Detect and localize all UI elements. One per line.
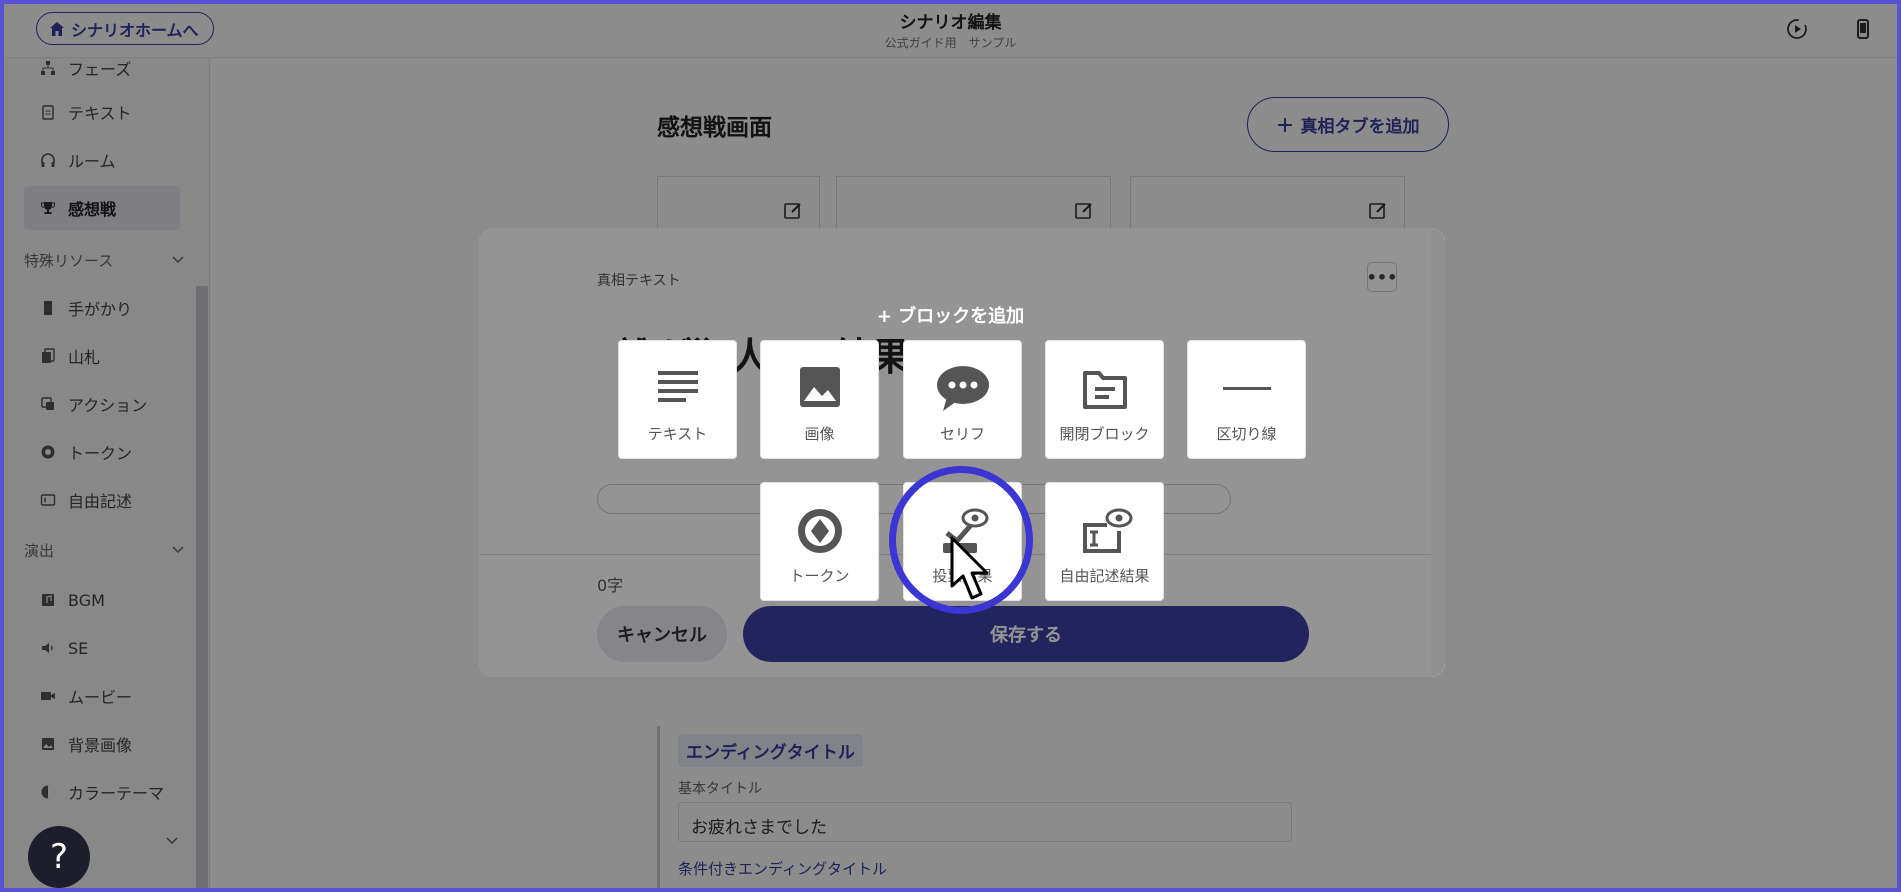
divider-line-icon (1222, 387, 1271, 390)
help-label: ? (49, 837, 69, 877)
speech-bubble-icon (936, 366, 989, 411)
freetext-result-icon (1082, 508, 1132, 553)
image-icon (799, 367, 840, 407)
block-option-label: 自由記述結果 (1059, 567, 1150, 585)
block-option-dialogue[interactable]: セリフ (903, 340, 1022, 459)
block-option-label: 画像 (804, 425, 835, 443)
folder-icon (1082, 371, 1127, 409)
add-block-title: + ブロックを追加 (876, 306, 1025, 327)
mouse-cursor-icon (950, 536, 989, 600)
block-option-label: テキスト (647, 425, 708, 443)
text-lines-icon (657, 371, 698, 402)
block-option-label: 開閉ブロック (1059, 425, 1150, 443)
block-option-token[interactable]: トークン (760, 482, 879, 601)
block-option-text[interactable]: テキスト (618, 340, 737, 459)
block-option-freetext-result[interactable]: 自由記述結果 (1045, 482, 1164, 601)
block-option-collapsible[interactable]: 開閉ブロック (1045, 340, 1164, 459)
block-option-label: セリフ (939, 425, 985, 443)
token-icon (797, 509, 842, 553)
help-button[interactable]: ? (28, 826, 90, 888)
block-option-image[interactable]: 画像 (760, 340, 879, 459)
block-option-label: 区切り線 (1216, 425, 1277, 443)
block-option-label: トークン (789, 567, 850, 585)
block-option-divider[interactable]: 区切り線 (1187, 340, 1306, 459)
